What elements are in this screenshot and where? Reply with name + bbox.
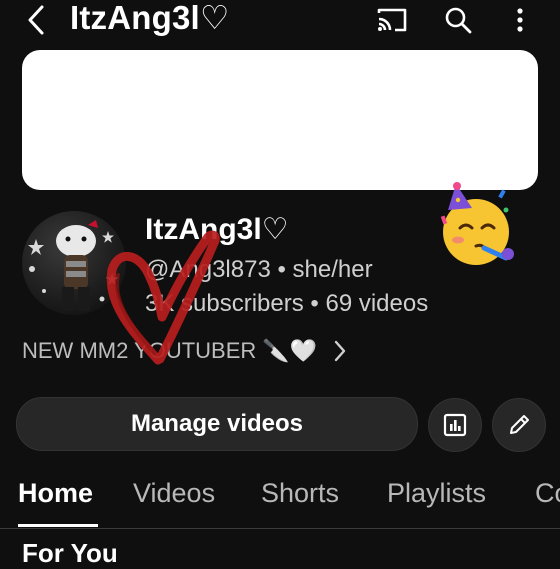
back-button[interactable] [18, 2, 54, 38]
section-heading-for-you: For You [22, 538, 118, 568]
channel-tabs: Home Videos Shorts Playlists Co [0, 470, 560, 529]
avatar-artwork [28, 220, 118, 311]
tab-shorts[interactable]: Shorts [261, 478, 339, 509]
channel-name: ItzAng3l♡ [145, 213, 289, 246]
more-options-button[interactable] [502, 0, 538, 40]
channel-stats: 3K subscribers • 69 videos [145, 290, 429, 317]
tab-videos[interactable]: Videos [133, 478, 215, 509]
tab-home[interactable]: Home [18, 478, 93, 509]
tab-community[interactable]: Co [535, 478, 560, 509]
pencil-icon [510, 415, 529, 434]
channel-banner[interactable] [22, 50, 538, 190]
party-face-icon [440, 182, 514, 265]
active-tab-indicator [18, 524, 98, 527]
tab-playlists[interactable]: Playlists [387, 478, 486, 509]
analytics-button[interactable] [428, 398, 482, 452]
manage-videos-button[interactable]: Manage videos [16, 397, 418, 451]
description-text: NEW MM2 YOUTUBER 🔪🤍 [22, 338, 318, 363]
chevron-right-icon [334, 340, 346, 362]
chevron-left-icon [28, 5, 44, 35]
search-button[interactable] [436, 0, 480, 40]
page-title: ItzAng3l♡ [70, 0, 230, 36]
party-face-sticker [436, 180, 516, 270]
channel-description[interactable]: NEW MM2 YOUTUBER 🔪🤍 [22, 338, 347, 364]
cast-button[interactable] [370, 0, 414, 40]
avatar[interactable] [22, 211, 126, 315]
more-vertical-icon [517, 8, 523, 32]
search-icon [445, 7, 472, 34]
cast-icon [377, 8, 407, 32]
channel-handle-pronouns: @Ang3l873 • she/her [145, 256, 373, 283]
analytics-icon [443, 413, 467, 437]
edit-channel-button[interactable] [492, 398, 546, 452]
